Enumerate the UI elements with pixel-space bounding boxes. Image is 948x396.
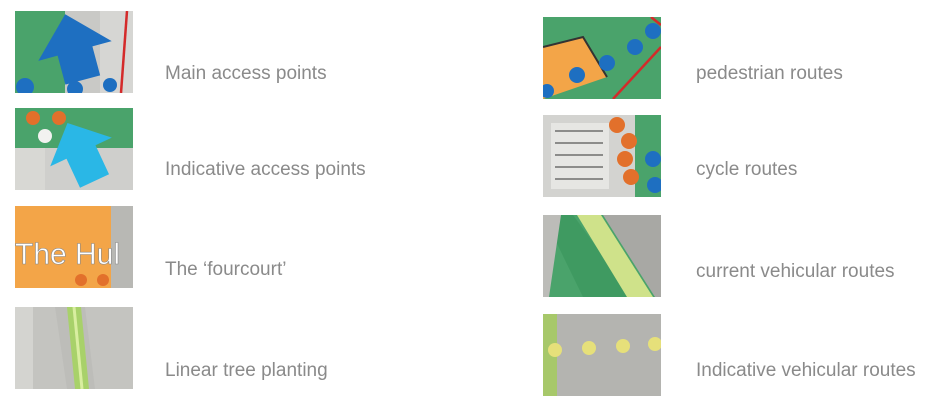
legend-label: pedestrian routes	[696, 63, 843, 84]
legend-label: Indicative access points	[165, 159, 366, 180]
legend-label: Indicative vehicular routes	[696, 360, 916, 381]
tree-line-icon	[15, 307, 133, 389]
orange-forecourt-icon: The Hul	[15, 206, 133, 288]
legend-label: current vehicular routes	[696, 261, 895, 282]
indicative-vehicular-route-icon	[543, 314, 661, 396]
pedestrian-route-icon	[543, 17, 661, 99]
legend-label: The ‘fourcourt’	[165, 259, 287, 280]
vehicular-route-icon	[543, 215, 661, 297]
blue-arrow-icon	[15, 11, 133, 93]
legend-label: cycle routes	[696, 159, 798, 180]
legend-label: Linear tree planting	[165, 360, 328, 381]
legend-label: Main access points	[165, 63, 327, 84]
cycle-route-icon	[543, 115, 661, 197]
thumb-text: The Hul	[15, 238, 120, 271]
light-blue-arrow-icon	[15, 108, 133, 190]
